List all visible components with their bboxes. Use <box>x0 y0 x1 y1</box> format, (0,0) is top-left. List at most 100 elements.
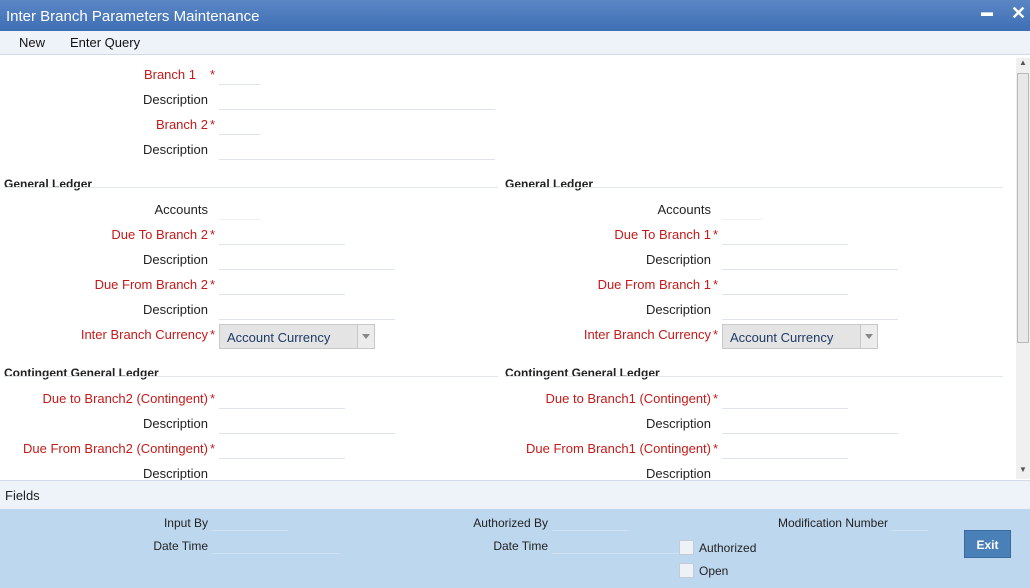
due-to-branch2-label: Due To Branch 2 <box>111 227 208 242</box>
due-from-branch2-description-label: Description <box>142 302 208 317</box>
due-from-branch1-description-field <box>722 300 898 320</box>
due-from-branch2-contingent-description-field <box>219 464 395 480</box>
input-by-label: Input By <box>163 516 208 530</box>
gl-left-currency-value: Account Currency <box>227 330 331 345</box>
gl-right-accounts-label: Accounts <box>657 202 711 217</box>
due-to-branch1-input[interactable] <box>722 225 848 245</box>
due-from-branch1-input[interactable] <box>722 275 848 295</box>
section-divider <box>4 376 498 377</box>
exit-button[interactable]: Exit <box>964 530 1011 558</box>
title-bar: Inter Branch Parameters Maintenance ▬ ✕ <box>0 0 1030 31</box>
close-icon[interactable]: ✕ <box>1011 3 1026 24</box>
branch1-input[interactable] <box>219 65 260 85</box>
due-from-branch2-input[interactable] <box>219 275 345 295</box>
gl-left-currency-label: Inter Branch Currency <box>80 327 208 342</box>
required-marker: * <box>210 327 216 342</box>
gl-right-currency-select[interactable]: Account Currency <box>722 324 878 349</box>
section-divider <box>505 187 1003 188</box>
section-divider <box>4 187 498 188</box>
input-by-field <box>212 530 288 531</box>
gl-right-accounts-field <box>722 200 763 220</box>
gl-right-currency-value: Account Currency <box>730 330 834 345</box>
due-from-branch1-contingent-description-field <box>722 464 898 480</box>
cgl-left-section-title: Contingent General Ledger <box>4 366 159 380</box>
due-to-branch1-description-label: Description <box>645 252 711 267</box>
new-button[interactable]: New <box>19 35 45 50</box>
auth-date-time-field <box>552 553 680 554</box>
required-marker: * <box>713 327 719 342</box>
minimize-icon[interactable]: ▬ <box>981 5 993 19</box>
audit-footer: Input By Date Time Authorized By Date Ti… <box>0 509 1030 588</box>
gl-right-section-title: General Ledger <box>505 177 594 191</box>
gl-left-currency-select[interactable]: Account Currency <box>219 324 375 349</box>
chevron-down-icon[interactable] <box>860 325 877 348</box>
modification-number-label: Modification Number <box>777 516 888 530</box>
due-to-branch1-contingent-label: Due to Branch1 (Contingent) <box>545 391 711 406</box>
required-marker: * <box>713 391 719 406</box>
required-marker: * <box>713 227 719 242</box>
fields-bar: Fields <box>0 480 1030 509</box>
section-divider <box>505 376 1003 377</box>
due-from-branch2-contingent-label: Due From Branch2 (Contingent) <box>23 441 208 456</box>
due-from-branch1-contingent-input[interactable] <box>722 439 848 459</box>
due-from-branch1-description-label: Description <box>645 302 711 317</box>
form-content: Branch 1 * Description Branch 2 * Descri… <box>0 55 1030 480</box>
open-label: Open <box>699 564 729 578</box>
authorized-label: Authorized <box>699 541 757 555</box>
due-to-branch1-description-field <box>722 250 898 270</box>
open-checkbox[interactable] <box>679 563 694 578</box>
due-from-branch1-contingent-label: Due From Branch1 (Contingent) <box>526 441 711 456</box>
fields-button[interactable]: Fields <box>5 488 40 503</box>
due-to-branch2-contingent-label: Due to Branch2 (Contingent) <box>42 391 208 406</box>
cgl-right-section-title: Contingent General Ledger <box>505 366 660 380</box>
due-from-branch2-contingent-input[interactable] <box>219 439 345 459</box>
branch2-description-field <box>219 140 495 160</box>
gl-left-accounts-label: Accounts <box>154 202 208 217</box>
enter-query-button[interactable]: Enter Query <box>70 35 140 50</box>
due-to-branch2-contingent-description-field <box>219 414 395 434</box>
authorized-checkbox[interactable] <box>679 540 694 555</box>
authorized-by-label: Authorized By <box>473 516 548 530</box>
gl-left-accounts-field <box>219 200 260 220</box>
window-title: Inter Branch Parameters Maintenance <box>6 8 260 25</box>
required-marker: * <box>210 277 216 292</box>
gl-left-section-title: General Ledger <box>4 177 93 191</box>
due-to-branch1-contingent-description-field <box>722 414 898 434</box>
branch1-description-label: Description <box>142 92 208 107</box>
due-to-branch2-description-field <box>219 250 395 270</box>
required-marker: * <box>210 227 216 242</box>
branch2-input[interactable] <box>219 115 260 135</box>
authorized-by-field <box>552 530 628 531</box>
vertical-scrollbar[interactable]: ▲ ▼ <box>1016 58 1030 479</box>
chevron-down-icon[interactable] <box>357 325 374 348</box>
due-from-branch2-label: Due From Branch 2 <box>94 277 208 292</box>
due-to-branch2-description-label: Description <box>142 252 208 267</box>
branch1-label: Branch 1 <box>143 67 196 82</box>
toolbar: New Enter Query <box>0 31 1030 55</box>
scroll-down-icon[interactable]: ▼ <box>1016 465 1030 479</box>
due-to-branch1-contingent-input[interactable] <box>722 389 848 409</box>
required-marker: * <box>210 67 216 82</box>
due-from-branch1-contingent-description-label: Description <box>645 466 711 480</box>
due-to-branch1-label: Due To Branch 1 <box>614 227 711 242</box>
due-to-branch2-input[interactable] <box>219 225 345 245</box>
due-from-branch1-label: Due From Branch 1 <box>597 277 711 292</box>
due-from-branch2-contingent-description-label: Description <box>142 466 208 480</box>
due-to-branch2-contingent-input[interactable] <box>219 389 345 409</box>
required-marker: * <box>210 117 216 132</box>
branch2-description-label: Description <box>142 142 208 157</box>
scroll-up-icon[interactable]: ▲ <box>1016 58 1030 72</box>
scrollbar-thumb[interactable] <box>1017 73 1029 343</box>
gl-right-currency-label: Inter Branch Currency <box>583 327 711 342</box>
due-to-branch1-contingent-description-label: Description <box>645 416 711 431</box>
required-marker: * <box>713 277 719 292</box>
branch1-description-field <box>219 90 495 110</box>
required-marker: * <box>210 441 216 456</box>
due-from-branch2-description-field <box>219 300 395 320</box>
required-marker: * <box>713 441 719 456</box>
due-to-branch2-contingent-description-label: Description <box>142 416 208 431</box>
branch2-label: Branch 2 <box>155 117 208 132</box>
auth-date-time-label: Date Time <box>493 539 548 553</box>
modification-number-field <box>892 530 928 531</box>
date-time-field <box>212 553 340 554</box>
